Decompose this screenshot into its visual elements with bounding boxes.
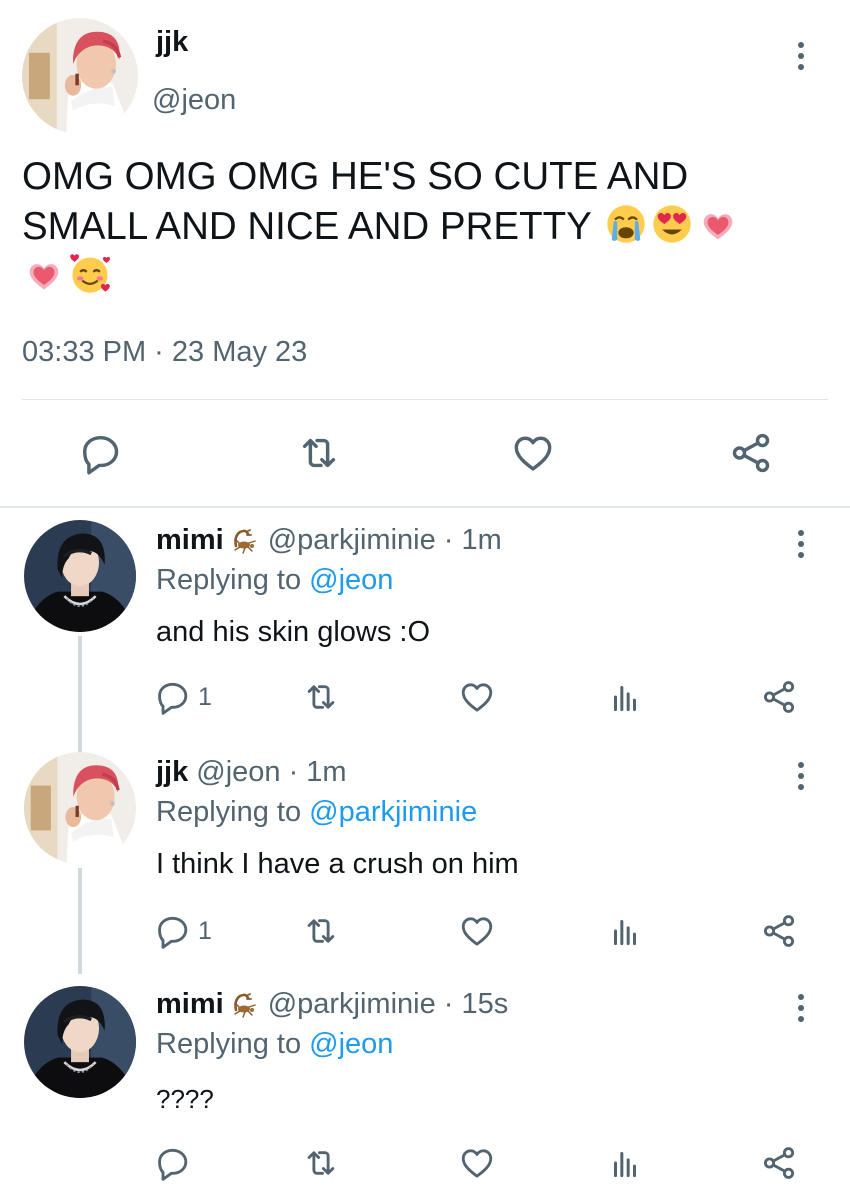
- reply-icon[interactable]: [78, 430, 124, 476]
- reply-icon[interactable]: 1: [154, 678, 212, 716]
- reply-text: and his skin glows :O: [156, 616, 431, 648]
- author-handle[interactable]: @jeon: [152, 84, 236, 117]
- reply-handle-time[interactable]: @parkjiminie · 15s: [268, 988, 509, 1021]
- growing-heart-emoji: [22, 252, 66, 296]
- more-options-icon[interactable]: [796, 530, 806, 558]
- avatar[interactable]: [24, 986, 136, 1098]
- tweet-text-body: OMG OMG OMG HE'S SO CUTE AND SMALL AND N…: [22, 155, 689, 248]
- like-icon[interactable]: [458, 912, 496, 950]
- replying-prefix: Replying to: [156, 564, 302, 596]
- reply-text: I think I have a crush on him: [156, 848, 519, 880]
- reply-actions: 1: [0, 678, 850, 714]
- reply-display-name[interactable]: mimi: [156, 524, 224, 557]
- reply-actions: [0, 1144, 850, 1180]
- replying-to: Replying to @jeon: [156, 564, 393, 597]
- replying-mention[interactable]: @jeon: [309, 564, 393, 596]
- like-icon[interactable]: [458, 1144, 496, 1182]
- growing-heart-emoji: [696, 202, 740, 246]
- reply-header: mimi @parkjiminie · 1m: [156, 524, 502, 557]
- share-icon[interactable]: [728, 430, 774, 476]
- share-icon[interactable]: [760, 1144, 798, 1182]
- reply-handle-time[interactable]: @parkjiminie · 1m: [268, 524, 502, 557]
- retweet-icon[interactable]: [296, 430, 342, 476]
- loudly-crying-face-emoji: [604, 202, 648, 246]
- tweet-timestamp[interactable]: 03:33 PM · 23 May 23: [22, 336, 307, 369]
- avatar[interactable]: [22, 18, 138, 134]
- thread-line: [78, 740, 82, 752]
- reply-icon[interactable]: [154, 1144, 192, 1182]
- replying-mention[interactable]: @parkjiminie: [309, 796, 477, 828]
- replying-prefix: Replying to: [156, 796, 302, 828]
- views-icon[interactable]: [606, 1144, 644, 1182]
- reply-display-name[interactable]: mimi: [156, 988, 224, 1021]
- share-icon[interactable]: [760, 678, 798, 716]
- reply-tweet[interactable]: jjk @jeon · 1m Replying to @parkjiminie …: [0, 740, 850, 974]
- reply-display-name[interactable]: jjk: [156, 756, 188, 789]
- replying-mention[interactable]: @jeon: [309, 1028, 393, 1060]
- replying-prefix: Replying to: [156, 1028, 302, 1060]
- reply-tweet[interactable]: mimi @parkjiminie · 1m Replying to @jeon…: [0, 508, 850, 740]
- more-options-icon[interactable]: [796, 42, 806, 70]
- tweet-text: OMG OMG OMG HE'S SO CUTE AND SMALL AND N…: [22, 152, 822, 302]
- views-icon[interactable]: [606, 678, 644, 716]
- reply-header: mimi @parkjiminie · 15s: [156, 988, 508, 1021]
- replying-to: Replying to @jeon: [156, 1028, 393, 1061]
- replying-to: Replying to @parkjiminie: [156, 796, 477, 829]
- views-icon[interactable]: [606, 912, 644, 950]
- reply-tweet[interactable]: mimi @parkjiminie · 15s Replying to @jeo…: [0, 974, 850, 1200]
- retweet-icon[interactable]: [302, 912, 340, 950]
- reply-icon[interactable]: 1: [154, 912, 212, 950]
- main-tweet: jjk @jeon OMG OMG OMG HE'S SO CUTE AND S…: [0, 0, 850, 508]
- author-display-name[interactable]: jjk: [156, 26, 188, 59]
- like-icon[interactable]: [458, 678, 496, 716]
- reply-header: jjk @jeon · 1m: [156, 756, 347, 789]
- retweet-icon[interactable]: [302, 1144, 340, 1182]
- retweet-icon[interactable]: [302, 678, 340, 716]
- smiling-face-with-heart-eyes-emoji: [650, 202, 694, 246]
- more-options-icon[interactable]: [796, 762, 806, 790]
- share-icon[interactable]: [760, 912, 798, 950]
- reply-actions: 1: [0, 912, 850, 948]
- reply-count: 1: [198, 916, 212, 945]
- reply-text: ????: [156, 1084, 214, 1114]
- like-icon[interactable]: [510, 430, 556, 476]
- scorpion-icon: [230, 526, 260, 556]
- avatar[interactable]: [24, 520, 136, 632]
- divider: [22, 399, 828, 400]
- scorpion-icon: [230, 990, 260, 1020]
- avatar[interactable]: [24, 752, 136, 864]
- more-options-icon[interactable]: [796, 994, 806, 1022]
- reply-handle-time[interactable]: @jeon · 1m: [196, 756, 346, 789]
- tweet-actions: [0, 430, 850, 478]
- smiling-face-with-hearts-emoji: [68, 252, 112, 296]
- reply-count: 1: [198, 682, 212, 711]
